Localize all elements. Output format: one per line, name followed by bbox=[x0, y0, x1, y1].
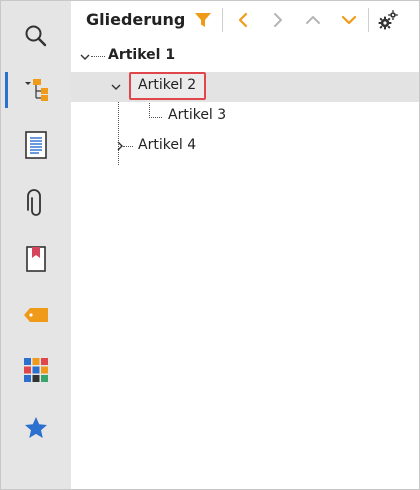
chevron-right-icon bbox=[274, 13, 282, 27]
chevron-down-icon[interactable] bbox=[79, 51, 91, 63]
tree-node-artikel-1[interactable]: Artikel 1 bbox=[71, 41, 419, 71]
bookmark-icon bbox=[26, 246, 46, 272]
move-up-button[interactable] bbox=[301, 8, 325, 32]
tree-node-artikel-3[interactable]: Artikel 3 bbox=[71, 102, 419, 132]
node-label: Artikel 1 bbox=[108, 47, 176, 63]
settings-button[interactable] bbox=[376, 8, 400, 32]
next-button[interactable] bbox=[266, 8, 290, 32]
bookmarks-button[interactable] bbox=[10, 237, 62, 281]
node-label: Artikel 3 bbox=[168, 107, 227, 123]
chevron-up-icon bbox=[306, 16, 320, 24]
chevron-left-icon bbox=[238, 12, 248, 28]
page-icon bbox=[25, 131, 47, 159]
tree-node-artikel-4[interactable]: Artikel 4 bbox=[71, 132, 419, 162]
node-label: Artikel 4 bbox=[138, 137, 197, 153]
attachments-button[interactable] bbox=[10, 182, 62, 226]
node-label: Artikel 2 bbox=[138, 77, 197, 93]
favorites-button[interactable] bbox=[10, 406, 62, 450]
previous-button[interactable] bbox=[231, 8, 255, 32]
filter-icon bbox=[195, 13, 211, 27]
star-icon bbox=[25, 417, 47, 438]
tag-icon bbox=[24, 308, 48, 322]
toolbar-divider bbox=[368, 8, 369, 32]
sidebar bbox=[1, 1, 71, 489]
layers-button[interactable] bbox=[10, 348, 62, 392]
filter-button[interactable] bbox=[191, 8, 215, 32]
chevron-right-icon[interactable] bbox=[114, 140, 126, 152]
panel-header: Gliederung bbox=[71, 1, 419, 39]
chevron-down-icon bbox=[341, 15, 357, 25]
outline-panel: Gliederung Artikel 1 Artikel 2 Artikel 3… bbox=[0, 0, 420, 490]
pages-button[interactable] bbox=[10, 123, 62, 167]
outline-tree: Artikel 1 Artikel 2 Artikel 3 Artikel 4 bbox=[71, 39, 419, 489]
tags-button[interactable] bbox=[10, 293, 62, 337]
move-down-button[interactable] bbox=[337, 8, 361, 32]
paperclip-icon bbox=[27, 189, 41, 216]
tree-node-artikel-2[interactable]: Artikel 2 bbox=[71, 72, 419, 102]
toolbar-divider bbox=[222, 8, 223, 32]
outline-tree-icon bbox=[25, 79, 48, 101]
panel-title: Gliederung bbox=[86, 10, 186, 29]
outline-button[interactable] bbox=[10, 68, 62, 112]
active-indicator bbox=[5, 72, 8, 108]
search-button[interactable] bbox=[10, 14, 62, 58]
chevron-down-icon[interactable] bbox=[110, 81, 122, 93]
gears-icon bbox=[378, 10, 398, 30]
search-icon bbox=[25, 25, 47, 47]
color-grid-icon bbox=[24, 358, 48, 382]
